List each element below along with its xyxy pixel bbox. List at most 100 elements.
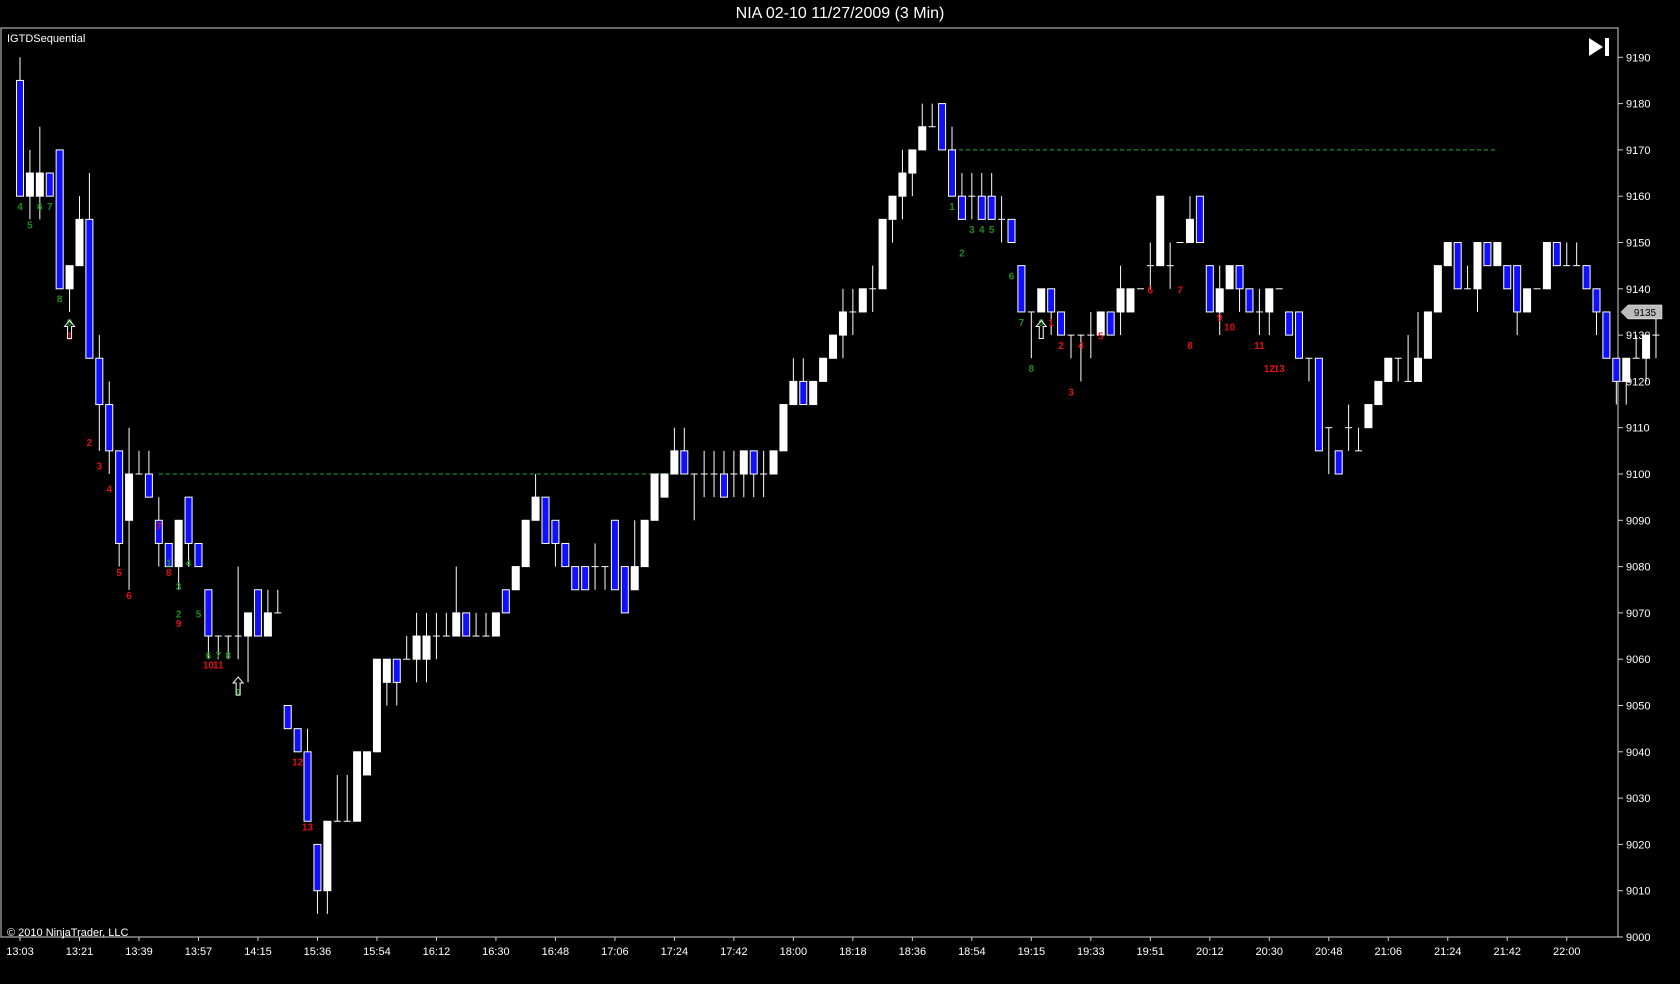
- candle: [75, 196, 84, 267]
- candle-body: [1374, 380, 1383, 406]
- candle-body: [55, 149, 64, 290]
- candle: [85, 173, 94, 359]
- candle-body: [462, 612, 471, 637]
- candle: [1334, 450, 1343, 475]
- count-label: 2: [1058, 341, 1064, 352]
- candle: [1464, 265, 1472, 290]
- candle-body: [819, 357, 828, 382]
- candle: [442, 612, 450, 637]
- candle: [45, 172, 54, 197]
- candle: [105, 381, 114, 474]
- count-label: 8: [1187, 341, 1193, 352]
- y-tick-label: 9150: [1626, 238, 1650, 250]
- y-tick-label: 9020: [1626, 839, 1650, 851]
- candle-body: [1156, 195, 1165, 267]
- candle-body: [1334, 450, 1343, 475]
- candle: [135, 450, 143, 475]
- candle: [1305, 357, 1313, 382]
- candle: [1582, 265, 1591, 290]
- y-tick-label: 9180: [1626, 99, 1650, 111]
- candle: [908, 149, 917, 197]
- candle: [1195, 195, 1204, 243]
- candle-body: [412, 635, 421, 660]
- candle-body: [75, 218, 84, 267]
- candlestick-chart[interactable]: 456 789123456718342956 7 810 1191213123 4 567 9…: [0, 0, 1680, 984]
- candle-body: [1017, 265, 1026, 313]
- candle-body: [363, 751, 372, 776]
- candle: [1433, 265, 1442, 313]
- x-tick-label: 20:12: [1196, 946, 1224, 958]
- indicator-label: IGTDSequential: [7, 33, 86, 45]
- candle: [333, 774, 341, 822]
- time-axis[interactable]: 13:03 13:21 13:39 13:57 14:15 15:36 15:54 16:12…: [6, 937, 1581, 958]
- candle: [1443, 242, 1452, 267]
- candle-body: [1295, 311, 1304, 359]
- candle: [1285, 311, 1294, 336]
- candle-body: [144, 473, 153, 498]
- candle: [491, 612, 500, 637]
- candle: [184, 496, 193, 567]
- candle-body: [95, 357, 104, 406]
- candle: [1116, 265, 1125, 336]
- candle-body: [749, 450, 758, 475]
- x-tick-label: 21:24: [1434, 946, 1462, 958]
- candle-body: [789, 380, 798, 406]
- candle-body: [948, 149, 957, 197]
- x-tick-label: 15:54: [363, 946, 391, 958]
- candle: [174, 519, 183, 590]
- count-label: 4: [106, 485, 112, 496]
- x-tick-label: 20:30: [1256, 946, 1284, 958]
- candle: [1325, 427, 1333, 474]
- candle: [144, 450, 153, 498]
- candle: [1563, 242, 1571, 267]
- candle: [769, 450, 778, 475]
- candle: [521, 519, 530, 568]
- candle: [482, 612, 490, 637]
- candle: [1126, 288, 1135, 313]
- candle-body: [610, 519, 619, 591]
- candle-body: [1423, 311, 1432, 359]
- candle-body: [125, 473, 134, 521]
- count-label: 6: [1009, 272, 1015, 283]
- candle-body: [521, 519, 530, 568]
- candle-body: [244, 612, 253, 637]
- candle: [1215, 265, 1224, 336]
- skip-to-end-icon[interactable]: [1586, 36, 1612, 58]
- price-axis[interactable]: 9000 9010 9020 9030 9040 9050 9060 9070 9080 9090…: [1618, 52, 1663, 944]
- count-label: 1: [1048, 318, 1054, 329]
- last-price-label: 9135: [1634, 308, 1657, 319]
- candle-body: [1414, 357, 1423, 382]
- candle-body: [353, 751, 362, 822]
- candle-body: [85, 218, 94, 359]
- candle: [938, 103, 947, 151]
- candle-body: [1453, 242, 1462, 290]
- candle-body: [650, 473, 659, 521]
- copyright-text: © 2010 NinjaTrader, LLC: [7, 927, 129, 939]
- count-label: 7: [1177, 285, 1183, 296]
- candle: [739, 450, 748, 498]
- candle: [204, 589, 213, 660]
- candle: [849, 288, 857, 336]
- candle: [343, 774, 351, 822]
- candle-body: [1007, 218, 1016, 244]
- y-tick-label: 9000: [1626, 932, 1650, 944]
- candle: [372, 658, 381, 753]
- x-tick-label: 17:24: [661, 946, 689, 958]
- candle: [869, 265, 877, 312]
- candle: [1414, 311, 1423, 382]
- candle-body: [938, 103, 947, 151]
- candle: [987, 173, 996, 220]
- candle-body: [1106, 311, 1115, 336]
- candle: [353, 751, 362, 822]
- candle: [1523, 288, 1532, 313]
- candle: [1374, 380, 1383, 406]
- candle: [283, 705, 292, 730]
- candle-body: [16, 79, 24, 197]
- candle-body: [1433, 265, 1442, 313]
- candle-body: [799, 380, 808, 406]
- candle: [610, 519, 619, 591]
- candle: [1295, 311, 1304, 359]
- arrow-markers: [63, 319, 1048, 696]
- candle-body: [1314, 357, 1323, 452]
- candle-body: [184, 496, 193, 544]
